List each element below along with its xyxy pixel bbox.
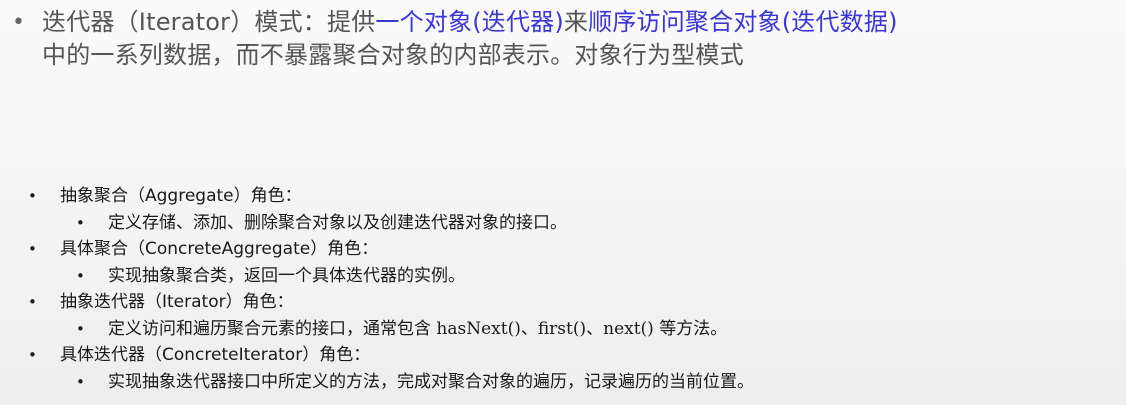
role-desc-concrete-aggregate: • 实现抽象聚合类，返回一个具体迭代器的实例。 [28,263,1108,290]
role-desc: 定义存储、添加、删除聚合对象以及创建迭代器对象的接口。 [108,212,567,233]
intro-line-2: 中的一系列数据，而不暴露聚合对象的内部表示。对象行为型模式 [42,41,744,69]
role-title-pre: 抽象迭代器（ [60,292,162,312]
role-title-pre: 具体迭代器（ [60,345,162,365]
list-bullet: • [28,240,37,258]
role-title-iterator: • 抽象迭代器（Iterator）角色： [28,289,1108,316]
role-desc: 定义访问和遍历聚合元素的接口，通常包含 hasNext()、first()、ne… [108,318,728,339]
list-bullet: • [28,346,37,364]
intro-text-part3: 来 [563,8,589,36]
intro-text-part1: 迭代器（Iterator）模式：提供 [42,8,376,36]
role-desc-concrete-iterator: • 实现抽象迭代器接口中所定义的方法，完成对聚合对象的遍历，记录遍历的当前位置。 [28,369,1108,396]
role-title-post: ）角色： [302,345,371,365]
role-desc: 实现抽象聚合类，返回一个具体迭代器的实例。 [108,265,465,286]
intro-highlight-iterator-object: 一个对象(迭代器) [375,8,564,36]
intro-paragraph: • 迭代器（Iterator）模式：提供一个对象(迭代器)来顺序访问聚合对象(迭… [12,6,1112,72]
intro-bullet: • [12,10,25,35]
role-title-pre: 具体聚合（ [60,239,145,259]
role-desc-aggregate: • 定义存储、添加、删除聚合对象以及创建迭代器对象的接口。 [28,210,1108,237]
role-title-post: ）角色： [233,186,302,206]
slide: • 迭代器（Iterator）模式：提供一个对象(迭代器)来顺序访问聚合对象(迭… [0,0,1126,405]
roles-list: • 抽象聚合（Aggregate）角色： • 定义存储、添加、删除聚合对象以及创… [28,183,1108,395]
role-desc-iterator: • 定义访问和遍历聚合元素的接口，通常包含 hasNext()、first()、… [28,316,1108,343]
list-bullet: • [28,187,37,205]
sub-bullet: • [76,266,85,285]
sub-bullet: • [76,319,85,338]
role-title-concrete-aggregate: • 具体聚合（ConcreteAggregate）角色： [28,236,1108,263]
role-title-aggregate: • 抽象聚合（Aggregate）角色： [28,183,1108,210]
role-title-en: ConcreteAggregate [145,239,311,259]
role-title-pre: 抽象聚合（ [60,186,145,206]
intro-line-1: 迭代器（Iterator）模式：提供一个对象(迭代器)来顺序访问聚合对象(迭代数… [42,6,1112,39]
role-title-en: Iterator [162,292,226,312]
role-title-en: Aggregate [145,186,234,206]
sub-bullet: • [76,372,85,391]
intro-highlight-sequential-access: 顺序访问聚合对象(迭代数据) [588,8,898,36]
role-title-post: ）角色： [310,239,379,259]
sub-bullet: • [76,213,85,232]
role-title-concrete-iterator: • 具体迭代器（ConcreteIterator）角色： [28,342,1108,369]
list-bullet: • [28,293,37,311]
role-desc: 实现抽象迭代器接口中所定义的方法，完成对聚合对象的遍历，记录遍历的当前位置。 [108,371,754,392]
role-title-en: ConcreteIterator [162,345,303,365]
role-title-post: ）角色： [225,292,294,312]
